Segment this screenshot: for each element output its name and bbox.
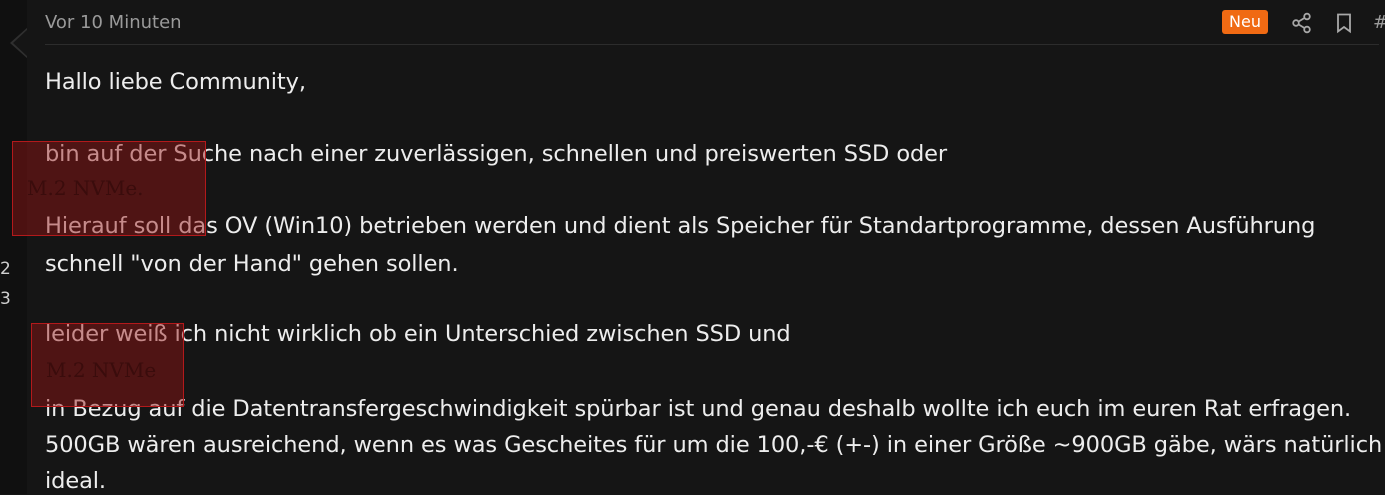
post-line: Hierauf soll das OV (Win10) betrieben we… <box>45 213 1316 239</box>
new-badge: Neu <box>1222 10 1268 34</box>
share-icon[interactable] <box>1291 12 1313 34</box>
highlight-overlay: M.2 NVMe <box>31 323 184 407</box>
forum-post: Vor 10 Minuten Neu #1 Hallo liebe Commun… <box>27 0 1385 494</box>
post-line: in Bezug auf die Datentransfergeschwindi… <box>45 396 1352 422</box>
bookmark-icon[interactable] <box>1333 12 1355 34</box>
left-rail: 2 3 <box>0 0 28 494</box>
post-line: ideal. <box>45 468 106 494</box>
highlight-overlay: M.2 NVMe. <box>12 141 206 236</box>
highlight-text: M.2 NVMe <box>46 358 157 382</box>
post-number-link[interactable]: #1 <box>1373 12 1385 33</box>
post-timestamp[interactable]: Vor 10 Minuten <box>45 12 182 33</box>
post-header: Vor 10 Minuten Neu #1 <box>45 0 1385 45</box>
post-line: 500GB wären ausreichend, wenn es was Ges… <box>45 432 1383 458</box>
rail-number: 3 <box>0 289 11 309</box>
post-line: schnell "von der Hand" gehen sollen. <box>45 251 459 277</box>
rail-number: 2 <box>0 259 11 279</box>
highlight-text: M.2 NVMe. <box>27 176 144 200</box>
post-line: Hallo liebe Community, <box>45 69 306 95</box>
